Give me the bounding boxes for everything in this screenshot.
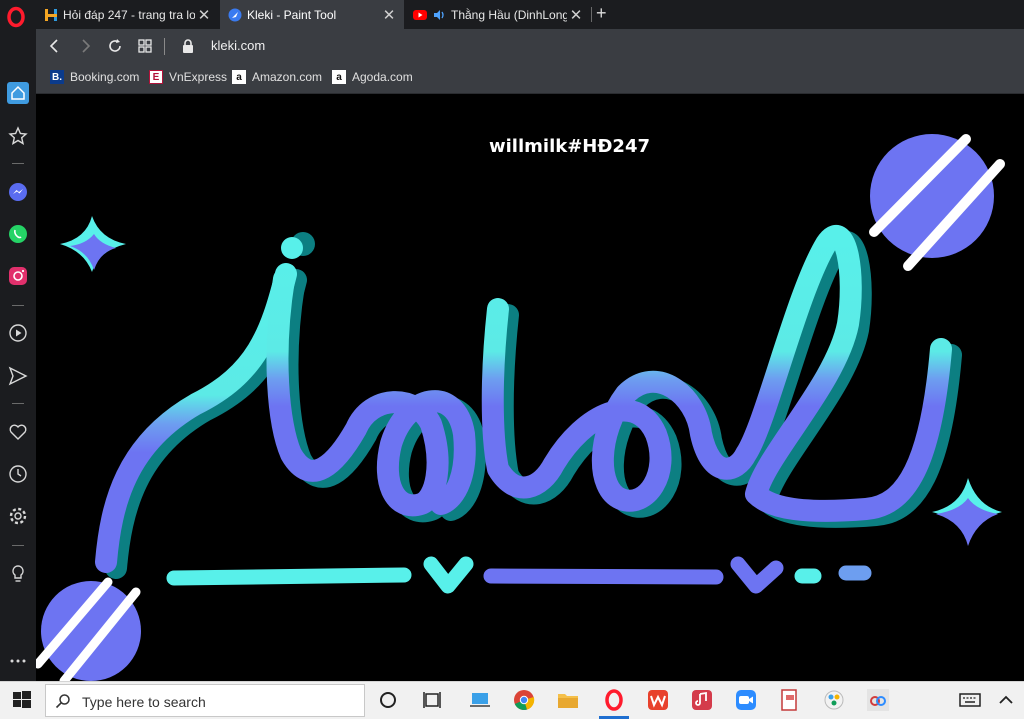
i-dot	[281, 237, 303, 259]
idol-artwork[interactable]: willmilk#HĐ247	[33, 94, 1024, 686]
file-explorer-icon[interactable]	[556, 688, 580, 712]
toolbar-divider	[164, 38, 165, 55]
reload-icon[interactable]	[106, 37, 124, 55]
tab-title: Hỏi đáp 247 - trang tra loi	[63, 7, 195, 22]
close-icon[interactable]: ✕	[567, 6, 585, 24]
kleki-logo-icon	[228, 8, 242, 21]
heart-icon[interactable]	[7, 421, 29, 443]
tab-title: Kleki - Paint Tool	[247, 7, 337, 22]
vnexpress-logo-icon: E	[149, 70, 163, 84]
booking-logo-icon: B.	[50, 70, 64, 84]
send-icon[interactable]	[7, 365, 29, 387]
sidebar-divider	[12, 403, 24, 404]
opera-sidebar	[0, 29, 36, 681]
agoda-logo-icon: a	[332, 70, 346, 84]
wps-office-icon[interactable]	[646, 688, 670, 712]
chevron-mark	[423, 556, 474, 594]
tab-title: Thằng Hầu (DinhLong F	[451, 7, 567, 22]
bookmark-vnexpress[interactable]: E VnExpress	[149, 70, 227, 84]
back-icon[interactable]	[46, 37, 64, 55]
sparkle-right-shade	[936, 498, 998, 546]
tabs-grid-icon[interactable]	[136, 37, 154, 55]
messenger-icon[interactable]	[7, 181, 29, 203]
player-icon[interactable]	[7, 322, 29, 344]
tab-hoidap[interactable]: Hỏi đáp 247 - trang tra loi ✕	[36, 0, 219, 29]
lock-icon[interactable]	[179, 37, 197, 55]
keyboard-icon[interactable]	[958, 688, 982, 712]
signature-text: willmilk#HĐ247	[489, 136, 650, 157]
search-placeholder: Type here to search	[82, 694, 206, 710]
kleki-canvas[interactable]: willmilk#HĐ247	[33, 94, 1024, 686]
task-view-icon[interactable]	[420, 688, 444, 712]
tab-bar: Hỏi đáp 247 - trang tra loi ✕ Kleki - Pa…	[0, 0, 1024, 29]
bookmark-label: VnExpress	[169, 70, 228, 84]
remote-app-icon[interactable]	[866, 688, 890, 712]
bookmark-label: Agoda.com	[352, 70, 413, 84]
bookmark-agoda[interactable]: a Agoda.com	[332, 70, 413, 84]
lightbulb-icon[interactable]	[7, 563, 29, 585]
instagram-icon[interactable]	[7, 265, 29, 287]
address-toolbar: kleki.com	[36, 29, 1024, 64]
more-icon[interactable]	[7, 650, 29, 672]
speed-dial-icon[interactable]	[7, 125, 29, 147]
tab-separator	[591, 7, 592, 22]
paint-app-icon[interactable]	[822, 688, 846, 712]
laptop-app-icon[interactable]	[468, 688, 492, 712]
opera-logo-icon[interactable]	[4, 4, 28, 28]
bookmarks-bar: B. Booking.com E VnExpress a Amazon.com …	[36, 64, 1024, 94]
bookmark-amazon[interactable]: a Amazon.com	[232, 70, 322, 84]
bookmark-label: Booking.com	[70, 70, 140, 84]
bookmark-booking[interactable]: B. Booking.com	[50, 70, 139, 84]
zoom-icon[interactable]	[734, 688, 758, 712]
bookmark-label: Amazon.com	[252, 70, 323, 84]
cortana-icon[interactable]	[376, 688, 400, 712]
sidebar-divider	[12, 163, 24, 164]
sidebar-divider	[12, 305, 24, 306]
chevron-up-icon[interactable]	[994, 688, 1018, 712]
speaker-icon[interactable]	[432, 8, 446, 22]
close-icon[interactable]: ✕	[380, 6, 398, 24]
windows-start-icon[interactable]	[10, 688, 34, 712]
address-bar[interactable]: kleki.com	[211, 38, 265, 53]
settings-icon[interactable]	[7, 505, 29, 527]
windows-taskbar: Type here to search	[0, 681, 1024, 719]
chevron-mark	[730, 556, 784, 594]
snipping-app-icon[interactable]	[778, 688, 802, 712]
underline-middle	[483, 568, 724, 585]
tab-youtube[interactable]: Thằng Hầu (DinhLong F ✕	[405, 0, 591, 29]
tab-kleki[interactable]: Kleki - Paint Tool ✕	[220, 0, 404, 29]
opera-taskbar-icon[interactable]	[602, 688, 626, 712]
whatsapp-icon[interactable]	[7, 223, 29, 245]
sidebar-divider	[12, 545, 24, 546]
chrome-icon[interactable]	[512, 688, 536, 712]
amazon-logo-icon: a	[232, 70, 246, 84]
forward-icon[interactable]	[76, 37, 94, 55]
youtube-logo-icon	[413, 9, 427, 20]
music-app-icon[interactable]	[690, 688, 714, 712]
home-icon[interactable]	[7, 82, 29, 104]
underline-left	[166, 567, 412, 586]
history-icon[interactable]	[7, 463, 29, 485]
new-tab-button[interactable]: +	[596, 3, 607, 24]
close-icon[interactable]: ✕	[195, 6, 213, 24]
hoidap-logo-icon	[45, 8, 57, 21]
taskbar-search[interactable]: Type here to search	[45, 684, 365, 717]
search-icon	[55, 694, 70, 709]
